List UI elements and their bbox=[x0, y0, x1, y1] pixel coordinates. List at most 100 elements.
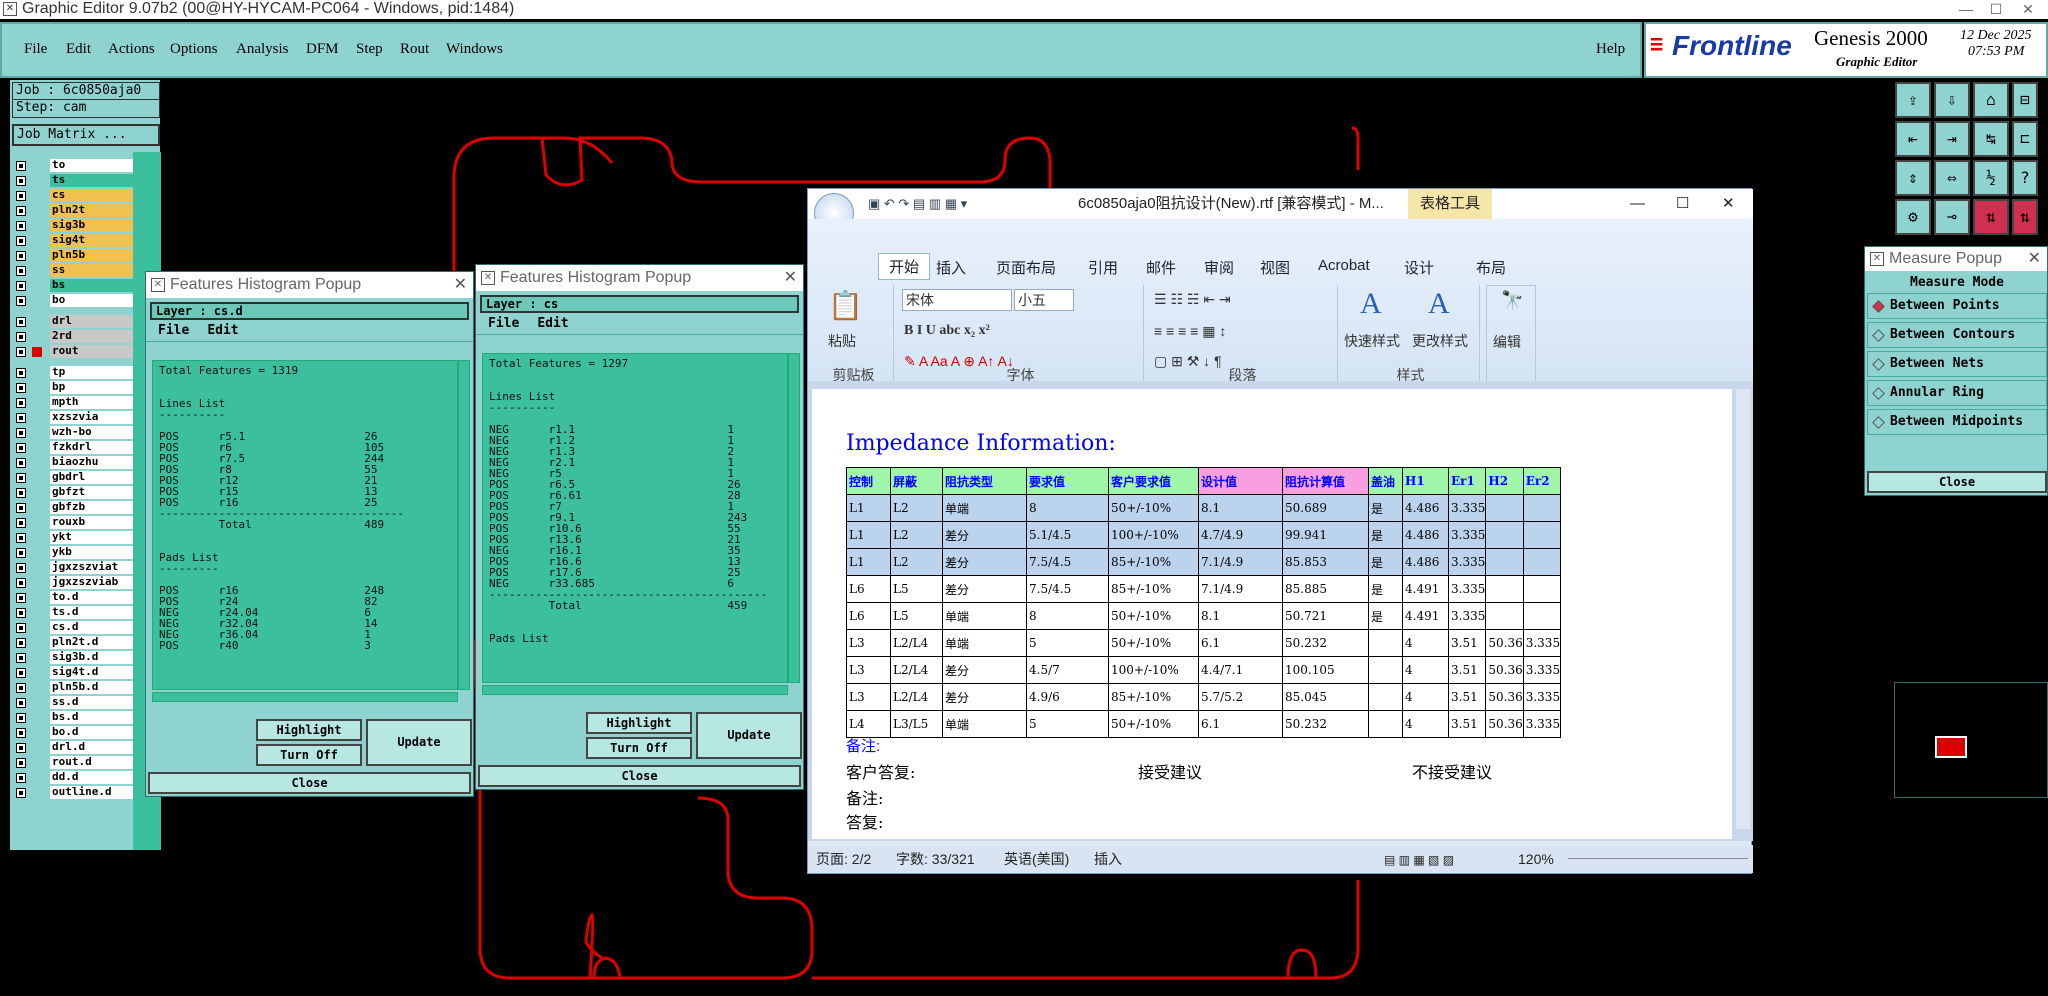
find-icon[interactable]: 🔭 bbox=[1501, 290, 1523, 311]
close-icon[interactable]: ✕ bbox=[2014, 0, 2042, 19]
table-cell[interactable]: L2 bbox=[890, 548, 943, 576]
layer-item[interactable]: pln2t.d bbox=[12, 635, 142, 650]
table-cell[interactable] bbox=[1368, 656, 1403, 684]
layer-item[interactable]: ts.d bbox=[12, 605, 142, 620]
ribbon-tab-6[interactable]: 视图 bbox=[1260, 257, 1290, 278]
table-cell[interactable]: 差分 bbox=[942, 521, 1027, 549]
table-row[interactable]: L3 L2/L4 差分 4.9/6 85+/-10% 5.7/5.2 85.045 4 3.51… bbox=[846, 683, 1562, 711]
table-cell[interactable] bbox=[1522, 494, 1562, 522]
table-cell[interactable]: 差分 bbox=[942, 656, 1027, 684]
hsize-icon[interactable]: ⇔ bbox=[1934, 160, 1970, 196]
table-cell[interactable]: 50.232 bbox=[1282, 710, 1369, 738]
table-cell[interactable]: 3.335 bbox=[1522, 710, 1562, 738]
table-cell[interactable]: 3.51 bbox=[1447, 683, 1487, 711]
menu-windows[interactable]: Windows bbox=[446, 41, 503, 58]
close-icon[interactable]: ✕ bbox=[1722, 189, 1735, 219]
table-cell[interactable]: L4 bbox=[846, 710, 891, 738]
table-cell[interactable]: 8 bbox=[1026, 602, 1109, 630]
table-cell[interactable]: L3 bbox=[846, 683, 891, 711]
layer-checkbox[interactable] bbox=[16, 623, 26, 633]
change-style-button[interactable]: 更改样式 bbox=[1412, 331, 1468, 351]
split-icon[interactable]: ⊏ bbox=[2012, 121, 2038, 157]
table-cell[interactable]: 3.335 bbox=[1522, 683, 1562, 711]
close-button[interactable]: Close bbox=[478, 765, 801, 787]
measure-option[interactable]: Between Nets bbox=[1867, 351, 2047, 377]
table-cell[interactable]: L1 bbox=[846, 548, 891, 576]
table-row[interactable]: L3 L2/L4 单端 5 50+/-10% 6.1 50.232 4 3.51 50.36 3.3… bbox=[846, 629, 1562, 657]
list-buttons[interactable]: ☰ ☷ ☵ ⇤ ⇥ bbox=[1154, 291, 1231, 308]
layer-item[interactable]: rouxb bbox=[12, 515, 142, 530]
table-cell[interactable]: 3.335 bbox=[1447, 548, 1487, 576]
popup1-histogram-list[interactable]: Total Features = 1319 Lines List -------… bbox=[152, 360, 458, 690]
table-cell[interactable]: L2 bbox=[890, 521, 943, 549]
table-cell[interactable]: 4.4/7.1 bbox=[1198, 656, 1283, 684]
popup1-menu-file[interactable]: File bbox=[158, 323, 189, 338]
vsize-icon[interactable]: ⇕ bbox=[1895, 160, 1931, 196]
layer-item[interactable]: sig4t.d bbox=[12, 665, 142, 680]
table-cell[interactable]: 50.36 bbox=[1485, 656, 1524, 684]
format-buttons[interactable]: B I U abc x₂ x² bbox=[904, 323, 990, 339]
close-icon[interactable]: ✕ bbox=[784, 265, 797, 291]
table-cell[interactable]: 3.335 bbox=[1447, 575, 1487, 603]
probe-icon[interactable]: ⊸ bbox=[1934, 199, 1970, 235]
right-icon[interactable]: ⇥ bbox=[1934, 121, 1970, 157]
layer-checkbox[interactable] bbox=[16, 161, 26, 171]
layer-checkbox[interactable] bbox=[16, 347, 26, 357]
table-cell[interactable]: L6 bbox=[846, 602, 891, 630]
layer-checkbox[interactable] bbox=[16, 221, 26, 231]
impedance-table[interactable]: 控制 屏蔽 阻抗类型 要求值 客户要求值 设计值 阻抗计算值 盖油 H1 Er1 H2 Er2 L1 L… bbox=[846, 467, 1562, 738]
layer-checkbox[interactable] bbox=[16, 383, 26, 393]
job-matrix-button[interactable]: Job Matrix ... bbox=[12, 124, 160, 146]
vertical-scrollbar[interactable] bbox=[1736, 389, 1750, 829]
table-cell[interactable]: 3.51 bbox=[1447, 710, 1487, 738]
layer-item[interactable]: sig3b bbox=[12, 218, 142, 233]
table-cell[interactable]: 单端 bbox=[942, 629, 1027, 657]
quick-style-icon[interactable]: A bbox=[1360, 287, 1382, 321]
layer-item[interactable]: biaozhu bbox=[12, 455, 142, 470]
table-cell[interactable]: 5.7/5.2 bbox=[1198, 683, 1283, 711]
table-cell[interactable]: L3 bbox=[846, 629, 891, 657]
layer-item[interactable]: xzszvia bbox=[12, 410, 142, 425]
table-cell[interactable]: L2 bbox=[890, 494, 943, 522]
layer-item[interactable]: ykt bbox=[12, 530, 142, 545]
layer-item[interactable]: pln5b bbox=[12, 248, 142, 263]
table-cell[interactable]: L6 bbox=[846, 575, 891, 603]
change-style-icon[interactable]: A bbox=[1428, 287, 1450, 321]
table-cell[interactable]: 50.689 bbox=[1282, 494, 1369, 522]
table-cell[interactable]: 3.51 bbox=[1447, 629, 1487, 657]
status-language[interactable]: 英语(美国) bbox=[1004, 845, 1069, 873]
table-cell[interactable]: 差分 bbox=[942, 683, 1027, 711]
menu-options[interactable]: Options bbox=[170, 41, 218, 58]
table-cell[interactable] bbox=[1368, 629, 1403, 657]
upload-icon[interactable]: ⇪ bbox=[1895, 82, 1931, 118]
layer-checkbox[interactable] bbox=[16, 503, 26, 513]
layer-item[interactable]: ss.d bbox=[12, 695, 142, 710]
layer-item[interactable]: drl.d bbox=[12, 740, 142, 755]
layer-checkbox[interactable] bbox=[16, 236, 26, 246]
table-cell[interactable]: L5 bbox=[890, 575, 943, 603]
table-row[interactable]: L6 L5 差分 7.5/4.5 85+/-10% 7.1/4.9 85.885 是 4.491… bbox=[846, 575, 1562, 603]
table-cell[interactable] bbox=[1522, 548, 1562, 576]
layer-item[interactable]: gbdrl bbox=[12, 470, 142, 485]
layer-item[interactable]: rout bbox=[12, 344, 142, 359]
popup1-menu-edit[interactable]: Edit bbox=[207, 323, 238, 338]
table-cell[interactable]: 5 bbox=[1026, 710, 1109, 738]
paste-button[interactable]: 粘贴 bbox=[828, 331, 856, 351]
menu-dfm[interactable]: DFM bbox=[306, 41, 339, 58]
layer-checkbox[interactable] bbox=[16, 281, 26, 291]
update-button[interactable]: Update bbox=[366, 719, 472, 766]
table-cell[interactable] bbox=[1522, 521, 1562, 549]
layer-checkbox[interactable] bbox=[16, 518, 26, 528]
layer-checkbox[interactable] bbox=[16, 638, 26, 648]
table-cell[interactable]: L1 bbox=[846, 521, 891, 549]
layer-checkbox[interactable] bbox=[16, 413, 26, 423]
layer-checkbox[interactable] bbox=[16, 593, 26, 603]
close-icon[interactable]: ✕ bbox=[454, 272, 467, 298]
table-cell[interactable]: 6.1 bbox=[1198, 629, 1283, 657]
table-row[interactable]: L6 L5 单端 8 50+/-10% 8.1 50.721 是 4.491 3.335 bbox=[846, 602, 1562, 630]
layer-item[interactable]: tp bbox=[12, 365, 142, 380]
layer-checkbox[interactable] bbox=[16, 176, 26, 186]
left-icon[interactable]: ⇤ bbox=[1895, 121, 1931, 157]
measure-option[interactable]: Between Midpoints bbox=[1867, 409, 2047, 435]
download-icon[interactable]: ⇩ bbox=[1934, 82, 1970, 118]
